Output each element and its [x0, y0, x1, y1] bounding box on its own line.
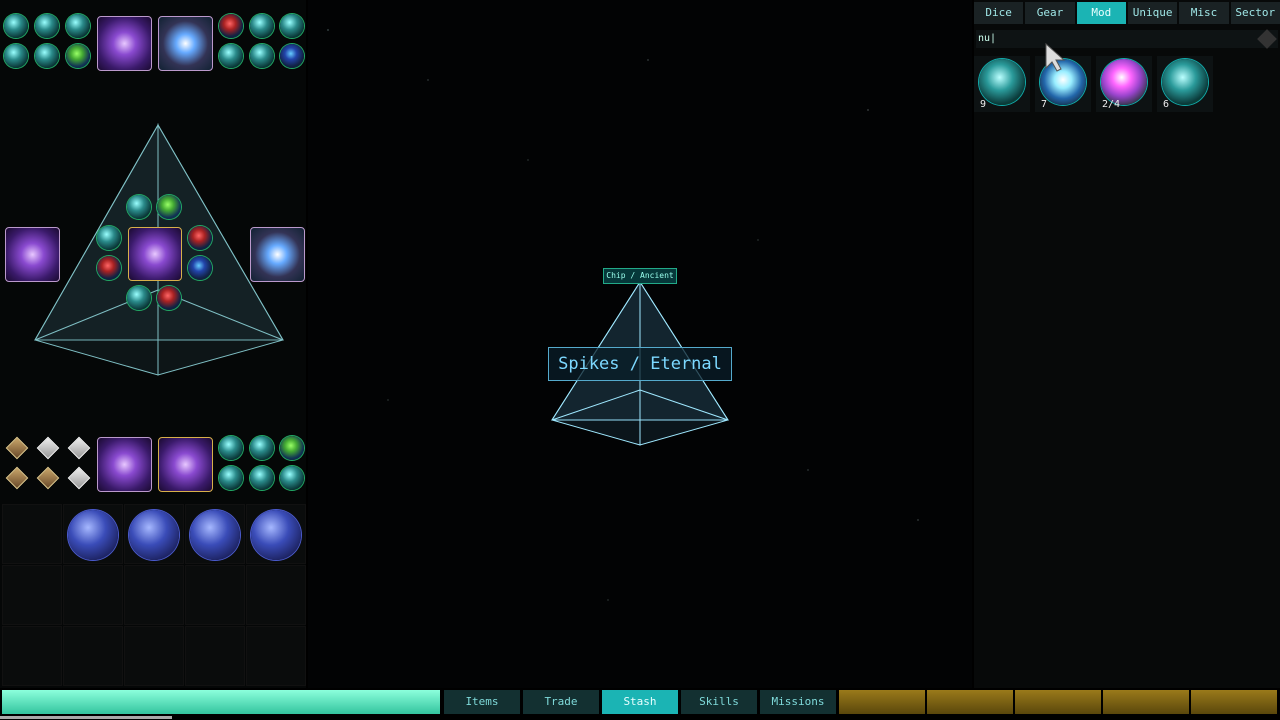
result-item[interactable]: 6 [1157, 56, 1213, 112]
quick-slot[interactable] [1015, 690, 1101, 714]
left-inventory-panel [0, 0, 306, 688]
experience-bar [2, 690, 440, 714]
side-item-card-right[interactable] [250, 227, 305, 282]
nav-items-button[interactable]: Items [444, 690, 520, 714]
mouse-cursor-icon [1045, 42, 1066, 72]
pyramid-socket[interactable] [97, 256, 121, 280]
quick-slot[interactable] [927, 690, 1013, 714]
item-card[interactable] [97, 16, 152, 71]
pyramid-socket[interactable] [188, 226, 212, 250]
mod-slot[interactable] [280, 466, 304, 490]
pyramid-socket[interactable] [127, 286, 151, 310]
mod-slot[interactable] [219, 14, 243, 38]
progress-underline [0, 716, 172, 719]
mod-slot[interactable] [280, 14, 304, 38]
dice-slot[interactable] [36, 436, 60, 460]
pyramid-socket[interactable] [188, 256, 212, 280]
item-count: 7 [1041, 99, 1048, 110]
stash-cell[interactable] [246, 626, 306, 686]
tab-misc[interactable]: Misc [1179, 2, 1229, 24]
mod-slot[interactable] [219, 466, 243, 490]
tab-mod[interactable]: Mod [1076, 2, 1126, 24]
mod-slot[interactable] [4, 44, 28, 68]
tab-gear[interactable]: Gear [1025, 2, 1075, 24]
category-tabs: Dice Gear Mod Unique Misc Sector [974, 2, 1280, 24]
dice-slot[interactable] [5, 436, 29, 460]
item-card[interactable] [158, 16, 213, 71]
clear-icon[interactable] [1257, 29, 1277, 49]
tab-dice[interactable]: Dice [974, 2, 1024, 24]
pyramid-socket[interactable] [97, 226, 121, 250]
right-catalog-panel: Dice Gear Mod Unique Misc Sector nu| 9 7… [974, 0, 1280, 688]
nav-stash-button[interactable]: Stash [602, 690, 678, 714]
octopus-orb-item[interactable] [129, 510, 179, 560]
quick-slot[interactable] [1103, 690, 1189, 714]
item-card[interactable] [158, 437, 213, 492]
nav-missions-button[interactable]: Missions [760, 690, 836, 714]
item-count: 2/4 [1102, 99, 1121, 110]
stash-cell[interactable] [185, 626, 245, 686]
octopus-orb-item[interactable] [251, 510, 301, 560]
stash-cell[interactable] [246, 565, 306, 625]
stash-cell[interactable] [185, 565, 245, 625]
stash-cell[interactable] [2, 565, 62, 625]
nav-trade-button[interactable]: Trade [523, 690, 599, 714]
dice-slot[interactable] [67, 466, 91, 490]
dice-slot[interactable] [5, 466, 29, 490]
result-item[interactable]: 9 [974, 56, 1030, 112]
octopus-orb-item[interactable] [190, 510, 240, 560]
item-count: 6 [1163, 99, 1170, 110]
dice-slot[interactable] [67, 436, 91, 460]
octopus-orb-item[interactable] [68, 510, 118, 560]
stash-cell[interactable] [2, 504, 62, 564]
mod-slot[interactable] [280, 436, 304, 460]
nav-skills-button[interactable]: Skills [681, 690, 757, 714]
stash-cell[interactable] [2, 626, 62, 686]
side-item-card-left[interactable] [5, 227, 60, 282]
mod-slot[interactable] [35, 14, 59, 38]
item-count: 9 [980, 99, 987, 110]
mod-slot[interactable] [66, 14, 90, 38]
mod-slot[interactable] [219, 436, 243, 460]
chip-type-label: Chip / Ancient [603, 268, 677, 284]
mod-slot[interactable] [250, 14, 274, 38]
result-item[interactable]: 2/4 [1096, 56, 1152, 112]
tab-unique[interactable]: Unique [1127, 2, 1178, 24]
quick-slot[interactable] [839, 690, 925, 714]
bottom-bar: Items Trade Stash Skills Missions [0, 688, 1280, 720]
mod-slot[interactable] [250, 44, 274, 68]
mod-slot[interactable] [219, 44, 243, 68]
stash-cell[interactable] [63, 626, 123, 686]
tab-sector[interactable]: Sector [1230, 2, 1280, 24]
stash-cell[interactable] [63, 565, 123, 625]
item-title: Spikes / Eternal [548, 347, 732, 381]
dice-slot[interactable] [36, 466, 60, 490]
pyramid-socket[interactable] [127, 195, 151, 219]
search-input[interactable]: nu| [976, 29, 1278, 49]
search-value: nu| [978, 33, 997, 44]
mod-slot[interactable] [250, 466, 274, 490]
pyramid-socket[interactable] [157, 286, 181, 310]
item-card[interactable] [97, 437, 152, 492]
mod-slot[interactable] [66, 44, 90, 68]
stash-cell[interactable] [124, 626, 184, 686]
pyramid-socket[interactable] [157, 195, 181, 219]
pyramid-core-chip[interactable] [128, 227, 182, 281]
mod-slot[interactable] [250, 436, 274, 460]
mod-slot[interactable] [35, 44, 59, 68]
quick-slot[interactable] [1191, 690, 1277, 714]
mod-slot[interactable] [4, 14, 28, 38]
mod-slot[interactable] [280, 44, 304, 68]
stash-cell[interactable] [124, 565, 184, 625]
